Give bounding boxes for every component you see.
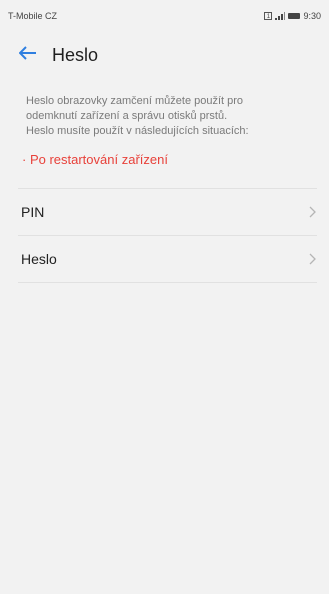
signal-icon (275, 12, 286, 20)
description-line: odemknutí zařízení a správu otisků prstů… (26, 110, 228, 122)
back-button[interactable] (14, 41, 42, 69)
option-label: Heslo (21, 251, 57, 267)
battery-icon (288, 13, 301, 19)
status-icons: 1 9:30 (264, 11, 321, 21)
description-text: Heslo obrazovky zamčení můžete použít pr… (26, 94, 311, 139)
option-password[interactable]: Heslo (0, 236, 329, 282)
status-bar: T-Mobile CZ 1 9:30 (0, 0, 329, 32)
description-line: Heslo obrazovky zamčení můžete použít pr… (26, 95, 244, 107)
app-bar: Heslo (0, 32, 329, 78)
option-pin[interactable]: PIN (0, 189, 329, 235)
chevron-right-icon (309, 253, 317, 265)
description-line: Heslo musíte použít v následujících situ… (26, 125, 249, 137)
sim-card-icon: 1 (264, 12, 273, 20)
page-title: Heslo (52, 44, 99, 65)
divider (18, 282, 317, 283)
arrow-left-icon (18, 45, 37, 65)
restart-warning: · Po restartování zařízení (22, 152, 168, 167)
chevron-right-icon (309, 206, 317, 218)
clock: 9:30 (303, 11, 321, 21)
option-label: PIN (21, 204, 45, 220)
screen: T-Mobile CZ 1 9:30 Heslo Heslo obrazovky… (0, 0, 329, 594)
carrier-name: T-Mobile CZ (8, 11, 58, 21)
